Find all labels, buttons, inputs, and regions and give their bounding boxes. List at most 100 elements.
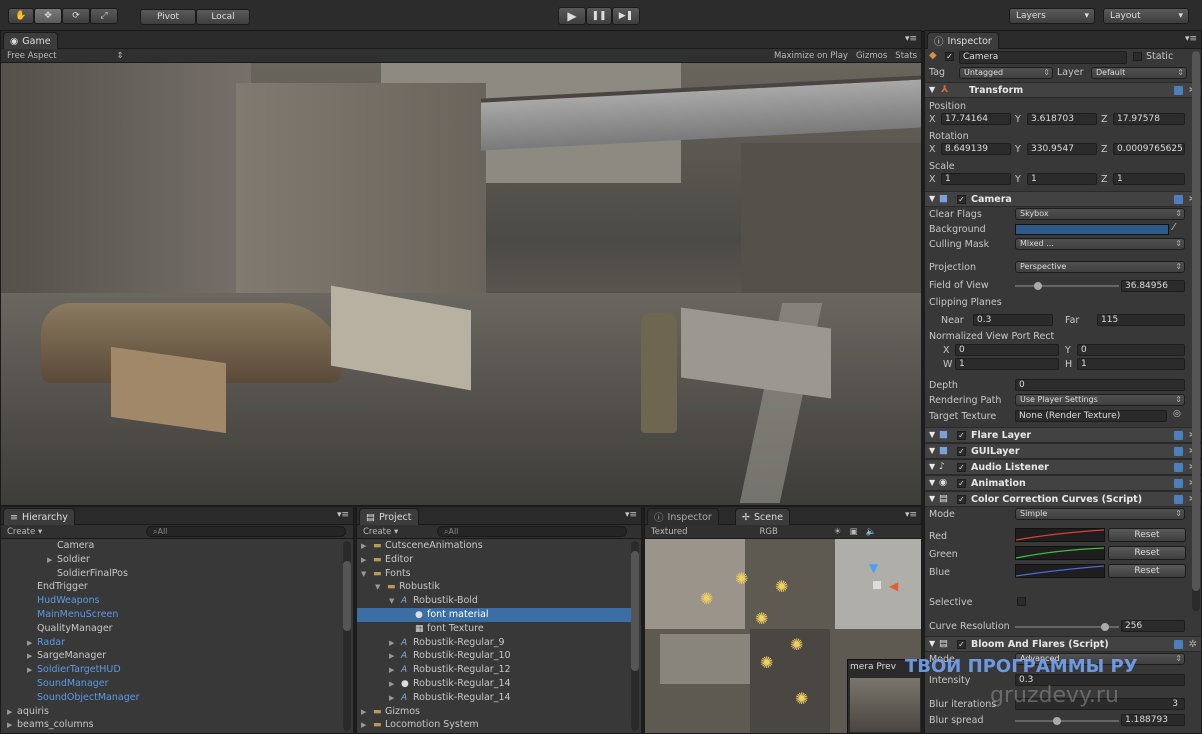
rot-y-field[interactable]: 330.9547 <box>1027 143 1097 155</box>
tag-dropdown[interactable]: Untagged <box>959 67 1053 79</box>
game-viewport[interactable] <box>1 63 921 505</box>
light-gizmo-7[interactable]: ✺ <box>795 689 808 708</box>
image-toggle-icon[interactable]: ▣ <box>849 527 857 537</box>
light-gizmo-4[interactable]: ✺ <box>755 609 768 628</box>
rot-x-field[interactable]: 8.649139 <box>941 143 1011 155</box>
foldout-arrow-icon[interactable]: ▶ <box>389 677 401 691</box>
tab-game[interactable]: ◉ Game <box>3 32 58 49</box>
audio-listener-header[interactable]: ▼ ♪ ✓ Audio Listener ✲ <box>925 459 1201 475</box>
render-mode-dropdown[interactable]: Textured <box>651 527 688 537</box>
background-color-swatch[interactable] <box>1015 224 1169 235</box>
foldout-arrow-icon[interactable]: ▶ <box>361 705 373 719</box>
project-search-input[interactable]: ⌕All <box>437 526 627 537</box>
hierarchy-item[interactable]: ▶ beams_columns <box>1 718 341 732</box>
vp-y-field[interactable]: 0 <box>1077 344 1185 356</box>
project-item[interactable]: ▶ ▬ CutsceneAnimations <box>357 539 632 553</box>
foldout-arrow-icon[interactable]: ▶ <box>47 553 57 567</box>
bloom-header[interactable]: ▼ ▤ ✓ Bloom And Flares (Script) ✲ <box>925 636 1201 652</box>
hierarchy-scrollbar[interactable] <box>343 541 351 731</box>
tab-inspector[interactable]: ⓘ Inspector <box>927 32 999 49</box>
foldout-arrow-icon[interactable]: ▶ <box>27 649 37 663</box>
foldout-arrow-icon[interactable]: ▶ <box>389 691 401 705</box>
project-item[interactable]: ▶ A Robustik-Regular_10 <box>357 649 632 663</box>
scene-orientation-gizmo[interactable]: ▼ ◀ <box>845 561 905 611</box>
culling-mask-dropdown[interactable]: Mixed ... <box>1015 238 1185 250</box>
project-create-button[interactable]: Create <box>363 527 391 537</box>
foldout-arrow-icon[interactable]: ▶ <box>361 718 373 732</box>
scrollbar-thumb[interactable] <box>1192 51 1200 591</box>
light-gizmo-5[interactable]: ✺ <box>790 635 803 654</box>
foldout-arrow-icon[interactable]: ▶ <box>361 553 373 567</box>
foldout-arrow-icon[interactable]: ▶ <box>361 539 373 553</box>
move-tool-button[interactable]: ✥ <box>34 8 62 24</box>
help-book-icon[interactable] <box>1174 195 1183 204</box>
project-item[interactable]: ▶ ▬ Gizmos <box>357 705 632 719</box>
project-item[interactable]: ▶ ● Robustik-Regular_14 <box>357 677 632 691</box>
audio-listener-checkbox[interactable]: ✓ <box>957 463 966 472</box>
tab-scene[interactable]: ✢ Scene <box>735 508 790 525</box>
hierarchy-search-input[interactable]: ⌕All <box>146 526 346 537</box>
vp-w-field[interactable]: 1 <box>955 358 1059 370</box>
hierarchy-create-button[interactable]: Create <box>7 527 35 537</box>
light-gizmo-6[interactable]: ✺ <box>760 653 773 672</box>
guilayer-checkbox[interactable]: ✓ <box>957 447 966 456</box>
panel-menu-icon[interactable]: ▾≡ <box>905 510 917 520</box>
curve-resolution-slider[interactable] <box>1015 620 1119 634</box>
pivot-button[interactable]: Pivot <box>140 9 196 25</box>
help-book-icon[interactable] <box>1174 479 1183 488</box>
panel-menu-icon[interactable]: ▾≡ <box>625 510 637 520</box>
light-gizmo-3[interactable]: ✺ <box>700 589 713 608</box>
help-book-icon[interactable] <box>1174 640 1183 649</box>
light-gizmo-2[interactable]: ✺ <box>775 577 788 596</box>
panel-menu-icon[interactable]: ▾≡ <box>337 510 349 520</box>
hierarchy-item[interactable]: ▶ SargeManager <box>1 649 341 663</box>
hierarchy-item[interactable]: SoldierFinalPos <box>1 567 341 581</box>
animation-header[interactable]: ▼ ◉ ✓ Animation ✲ <box>925 475 1201 491</box>
rendering-path-dropdown[interactable]: Use Player Settings <box>1015 394 1185 406</box>
foldout-arrow-icon[interactable]: ▶ <box>27 636 37 650</box>
depth-field[interactable]: 0 <box>1015 379 1185 391</box>
flare-layer-header[interactable]: ▼ ■ ✓ Flare Layer ✲ <box>925 427 1201 443</box>
blur-spread-slider[interactable] <box>1015 714 1119 728</box>
cc-mode-dropdown[interactable]: Simple <box>1015 508 1185 520</box>
pos-z-field[interactable]: 17.97578 <box>1113 113 1185 125</box>
red-curve[interactable] <box>1015 528 1105 542</box>
stats-button[interactable]: Stats <box>891 51 921 61</box>
animation-checkbox[interactable]: ✓ <box>957 479 966 488</box>
help-book-icon[interactable] <box>1174 86 1183 95</box>
foldout-arrow-icon[interactable]: ▶ <box>27 663 37 677</box>
project-item[interactable]: ▶ ▬ Locomotion System <box>357 718 632 732</box>
project-item[interactable]: ▼ ▬ Robustik <box>357 580 632 594</box>
foldout-arrow-icon[interactable]: ▼ <box>389 594 401 608</box>
rotate-tool-button[interactable]: ⟳ <box>62 8 90 24</box>
color-correction-header[interactable]: ▼ ▤ ✓ Color Correction Curves (Script) ✲ <box>925 491 1201 507</box>
scale-tool-button[interactable]: ⤢ <box>90 8 118 24</box>
scale-y-field[interactable]: 1 <box>1027 173 1097 185</box>
active-checkbox[interactable]: ✓ <box>945 52 954 61</box>
light-gizmo-1[interactable]: ✺ <box>735 569 748 588</box>
foldout-arrow-icon[interactable]: ▶ <box>7 705 17 719</box>
scrollbar-thumb[interactable] <box>631 551 639 671</box>
layer-dropdown[interactable]: Default <box>1091 67 1187 79</box>
far-field[interactable]: 115 <box>1097 314 1185 326</box>
tab-inspector-2[interactable]: ⓘ Inspector <box>647 508 719 525</box>
foldout-arrow-icon[interactable]: ▼ <box>361 567 373 581</box>
foldout-arrow-icon[interactable]: ▶ <box>389 649 401 663</box>
layers-dropdown[interactable]: Layers ▾ <box>1009 8 1095 24</box>
project-item[interactable]: ▼ ▬ Fonts <box>357 567 632 581</box>
vp-h-field[interactable]: 1 <box>1077 358 1185 370</box>
projection-dropdown[interactable]: Perspective <box>1015 261 1185 273</box>
hand-tool-button[interactable]: ✋ <box>8 8 34 24</box>
hierarchy-item[interactable]: ▶ Radar <box>1 636 341 650</box>
flare-layer-checkbox[interactable]: ✓ <box>957 431 966 440</box>
project-item[interactable]: ▼ A Robustik-Bold <box>357 594 632 608</box>
scale-z-field[interactable]: 1 <box>1113 173 1185 185</box>
foldout-arrow-icon[interactable]: ▶ <box>7 718 17 732</box>
static-checkbox[interactable] <box>1133 52 1142 61</box>
guilayer-header[interactable]: ▼ ■ ✓ GUILayer ✲ <box>925 443 1201 459</box>
gear-icon[interactable]: ✲ <box>1189 639 1197 650</box>
object-name-field[interactable]: Camera <box>959 51 1127 64</box>
vp-x-field[interactable]: 0 <box>955 344 1059 356</box>
scrollbar-thumb[interactable] <box>343 561 351 631</box>
project-item[interactable]: ▶ A Robustik-Regular_9 <box>357 636 632 650</box>
